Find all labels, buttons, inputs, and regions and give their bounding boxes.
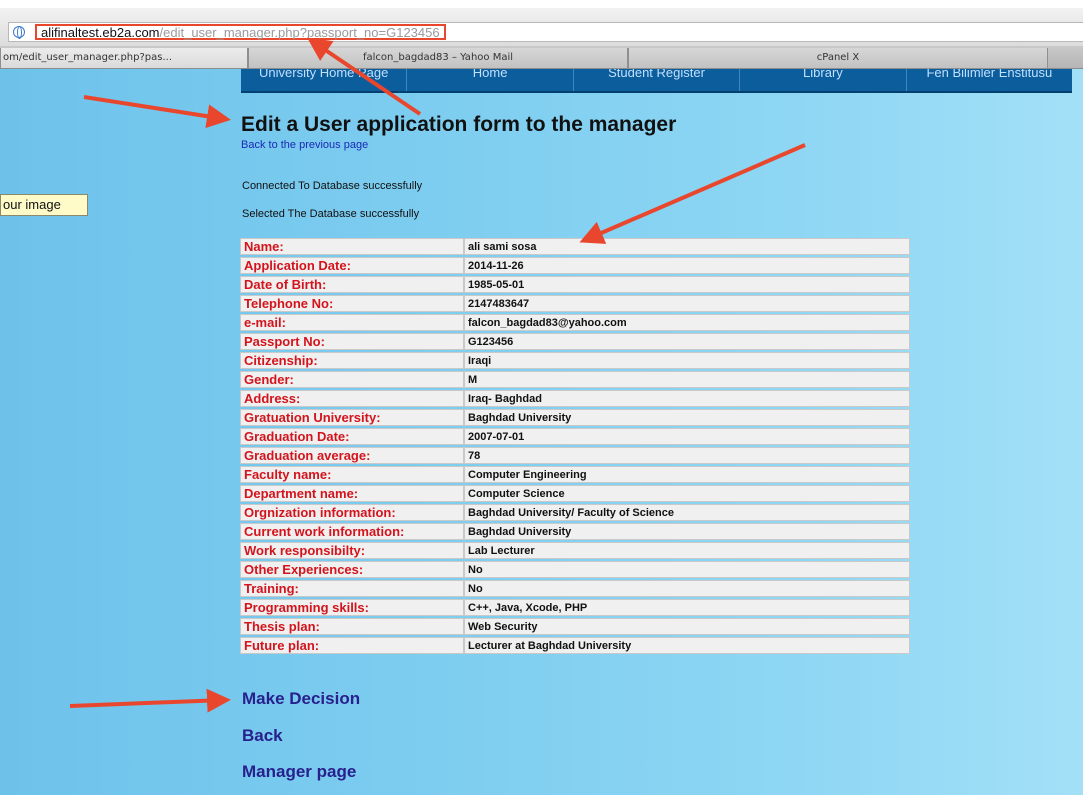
- table-row: Passport No: G123456: [240, 333, 910, 350]
- field-value: 2007-07-01: [464, 428, 910, 445]
- table-row: Other Experiences: No: [240, 561, 910, 578]
- browser-tab-bar: om/edit_user_manager.php?pas... falcon_b…: [0, 46, 1083, 69]
- url-path: /edit_user_manager.php?passport_no=G1234…: [159, 25, 440, 40]
- table-row: Programming skills: C++, Java, Xcode, PHP: [240, 599, 910, 616]
- table-row: Training: No: [240, 580, 910, 597]
- page-title: Edit a User application form to the mana…: [241, 113, 677, 136]
- field-label: Faculty name:: [240, 466, 464, 483]
- table-row: Citizenship: Iraqi: [240, 352, 910, 369]
- field-value: Iraqi: [464, 352, 910, 369]
- field-value: Baghdad University: [464, 523, 910, 540]
- field-label: Address:: [240, 390, 464, 407]
- field-value: Computer Engineering: [464, 466, 910, 483]
- application-table-body: Name: ali sami sosa Application Date: 2014-…: [240, 238, 910, 654]
- table-row: Graduation average: 78: [240, 447, 910, 464]
- field-label: Department name:: [240, 485, 464, 502]
- field-value: Computer Science: [464, 485, 910, 502]
- field-label: Graduation average:: [240, 447, 464, 464]
- field-label: Application Date:: [240, 257, 464, 274]
- field-value: C++, Java, Xcode, PHP: [464, 599, 910, 616]
- tab-yahoo-mail[interactable]: falcon_bagdad83 – Yahoo Mail: [248, 48, 628, 68]
- status-message-selected: Selected The Database successfully: [242, 208, 420, 220]
- field-label: Programming skills:: [240, 599, 464, 616]
- url-host: alifinaltest.eb2a.com: [41, 25, 160, 40]
- field-label: Orgnization information:: [240, 504, 464, 521]
- field-label: Gender:: [240, 371, 464, 388]
- field-label: e-mail:: [240, 314, 464, 331]
- nav-item-student-register[interactable]: Student Register: [572, 69, 739, 91]
- table-row: Graduation Date: 2007-07-01: [240, 428, 910, 445]
- table-row: Gender: M: [240, 371, 910, 388]
- field-label: Date of Birth:: [240, 276, 464, 293]
- back-to-previous-link[interactable]: Back to the previous page: [241, 139, 368, 151]
- field-value: Lab Lecturer: [464, 542, 910, 559]
- make-decision-link[interactable]: Make Decision: [242, 689, 360, 709]
- tab-edit-user-manager[interactable]: om/edit_user_manager.php?pas...: [0, 48, 248, 68]
- site-nav-bar: University Home Page Home Student Regist…: [241, 69, 1072, 93]
- page-viewport: University Home Page Home Student Regist…: [0, 69, 1083, 795]
- tooltip: our image: [0, 194, 88, 216]
- app-root: alifinaltest.eb2a.com/edit_user_manager.…: [0, 0, 1083, 795]
- field-label: Telephone No:: [240, 295, 464, 312]
- field-value: Web Security: [464, 618, 910, 635]
- browser-address-bar: alifinaltest.eb2a.com/edit_user_manager.…: [0, 0, 1083, 46]
- field-label: Passport No:: [240, 333, 464, 350]
- table-row: Faculty name: Computer Engineering: [240, 466, 910, 483]
- table-row: Name: ali sami sosa: [240, 238, 910, 255]
- tab-cpanel[interactable]: cPanel X: [628, 48, 1048, 68]
- application-table-wrapper: Name: ali sami sosa Application Date: 2014-…: [240, 236, 910, 656]
- table-row: Thesis plan: Web Security: [240, 618, 910, 635]
- field-label: Thesis plan:: [240, 618, 464, 635]
- field-value: Iraq- Baghdad: [464, 390, 910, 407]
- table-row: Orgnization information: Baghdad Universi…: [240, 504, 910, 521]
- field-value: M: [464, 371, 910, 388]
- application-table: Name: ali sami sosa Application Date: 2014-…: [240, 236, 910, 656]
- field-label: Current work information:: [240, 523, 464, 540]
- table-row: Work responsibilty: Lab Lecturer: [240, 542, 910, 559]
- field-value: No: [464, 580, 910, 597]
- manager-page-link[interactable]: Manager page: [242, 762, 356, 782]
- globe-icon: [13, 26, 25, 39]
- field-value: 2014-11-26: [464, 257, 910, 274]
- field-value: 2147483647: [464, 295, 910, 312]
- nav-item-fen-bilimler[interactable]: Fen Bilimler Enstitusu: [905, 69, 1072, 91]
- field-value: Baghdad University/ Faculty of Science: [464, 504, 910, 521]
- table-row: Current work information: Baghdad Univers…: [240, 523, 910, 540]
- field-value: falcon_bagdad83@yahoo.com: [464, 314, 910, 331]
- table-row: e-mail: falcon_bagdad83@yahoo.com: [240, 314, 910, 331]
- field-label: Citizenship:: [240, 352, 464, 369]
- field-label: Future plan:: [240, 637, 464, 654]
- field-value: Baghdad University: [464, 409, 910, 426]
- status-message-connected: Connected To Database successfully: [242, 180, 423, 192]
- field-label: Gratuation University:: [240, 409, 464, 426]
- field-label: Other Experiences:: [240, 561, 464, 578]
- table-row: Telephone No: 2147483647: [240, 295, 910, 312]
- table-row: Gratuation University: Baghdad University: [240, 409, 910, 426]
- table-row: Application Date: 2014-11-26: [240, 257, 910, 274]
- field-value: Lecturer at Baghdad University: [464, 637, 910, 654]
- table-row: Date of Birth: 1985-05-01: [240, 276, 910, 293]
- nav-item-home[interactable]: Home: [406, 69, 572, 91]
- field-value: 1985-05-01: [464, 276, 910, 293]
- url-field[interactable]: alifinaltest.eb2a.com/edit_user_manager.…: [8, 22, 1083, 42]
- field-value: ali sami sosa: [464, 238, 910, 255]
- field-label: Graduation Date:: [240, 428, 464, 445]
- field-value: G123456: [464, 333, 910, 350]
- field-label: Work responsibilty:: [240, 542, 464, 559]
- field-value: No: [464, 561, 910, 578]
- field-value: 78: [464, 447, 910, 464]
- field-label: Training:: [240, 580, 464, 597]
- back-link[interactable]: Back: [242, 726, 283, 746]
- url-highlight-box: alifinaltest.eb2a.com/edit_user_manager.…: [35, 24, 446, 40]
- field-label: Name:: [240, 238, 464, 255]
- table-row: Future plan: Lecturer at Baghdad Universi…: [240, 637, 910, 654]
- table-row: Department name: Computer Science: [240, 485, 910, 502]
- nav-item-library[interactable]: Library: [739, 69, 905, 91]
- nav-item-university-home[interactable]: University Home Page: [241, 69, 406, 91]
- table-row: Address: Iraq- Baghdad: [240, 390, 910, 407]
